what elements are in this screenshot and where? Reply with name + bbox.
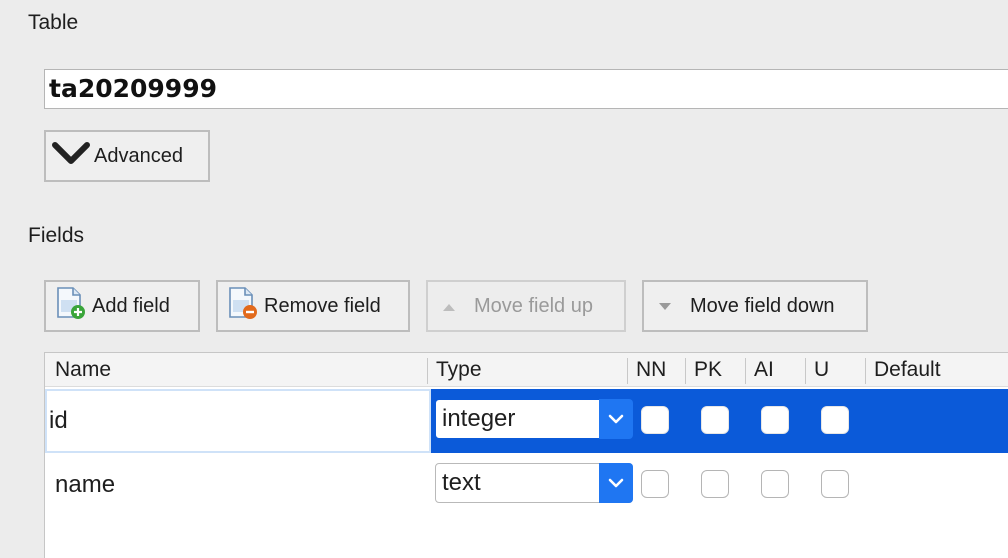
primary-key-checkbox[interactable] — [701, 470, 729, 498]
column-header-default[interactable]: Default — [865, 358, 941, 384]
not-null-checkbox[interactable] — [641, 406, 669, 434]
remove-document-icon — [228, 286, 258, 326]
chevron-down-icon — [52, 140, 90, 172]
column-header-u[interactable]: U — [805, 358, 829, 384]
dropdown-chevron-icon — [599, 399, 633, 439]
move-field-up-label: Move field up — [474, 294, 593, 317]
field-type-value: text — [442, 469, 481, 496]
default-value-cell[interactable] — [869, 389, 1008, 453]
field-name-cell[interactable]: id — [45, 389, 431, 453]
column-header-pk[interactable]: PK — [685, 358, 722, 384]
table-section-label: Table — [28, 11, 79, 34]
add-field-button[interactable]: Add field — [44, 280, 200, 332]
column-header-type[interactable]: Type — [427, 358, 482, 384]
fields-table-header: Name Type NN PK AI U Default — [45, 353, 1008, 387]
remove-field-label: Remove field — [264, 294, 381, 317]
add-document-icon — [56, 286, 86, 326]
not-null-checkbox[interactable] — [641, 470, 669, 498]
auto-increment-checkbox[interactable] — [761, 406, 789, 434]
dropdown-chevron-icon — [599, 463, 633, 503]
fields-section-label: Fields — [28, 224, 85, 247]
field-type-value: integer — [442, 405, 516, 432]
column-header-nn[interactable]: NN — [627, 358, 666, 384]
primary-key-checkbox[interactable] — [701, 406, 729, 434]
triangle-up-icon — [442, 295, 456, 318]
add-field-label: Add field — [92, 294, 170, 317]
table-row[interactable]: id integer — [45, 389, 1008, 453]
unique-checkbox[interactable] — [821, 406, 849, 434]
move-field-up-button[interactable]: Move field up — [426, 280, 626, 332]
column-header-name[interactable]: Name — [47, 358, 111, 384]
field-name-cell[interactable]: name — [45, 453, 431, 517]
advanced-label: Advanced — [94, 144, 183, 167]
auto-increment-checkbox[interactable] — [761, 470, 789, 498]
table-name-input[interactable]: ta20209999 — [44, 69, 1008, 109]
move-field-down-button[interactable]: Move field down — [642, 280, 868, 332]
move-field-down-label: Move field down — [690, 294, 835, 317]
unique-checkbox[interactable] — [821, 470, 849, 498]
field-type-select[interactable]: text — [435, 463, 633, 503]
fields-table: Name Type NN PK AI U Default id integer … — [44, 352, 1008, 558]
column-header-ai[interactable]: AI — [745, 358, 774, 384]
field-type-select[interactable]: integer — [435, 399, 633, 439]
default-value-cell[interactable] — [869, 453, 1008, 517]
remove-field-button[interactable]: Remove field — [216, 280, 410, 332]
advanced-toggle-button[interactable]: Advanced — [44, 130, 210, 182]
table-row[interactable]: name text — [45, 453, 1008, 517]
triangle-down-icon — [658, 295, 672, 318]
